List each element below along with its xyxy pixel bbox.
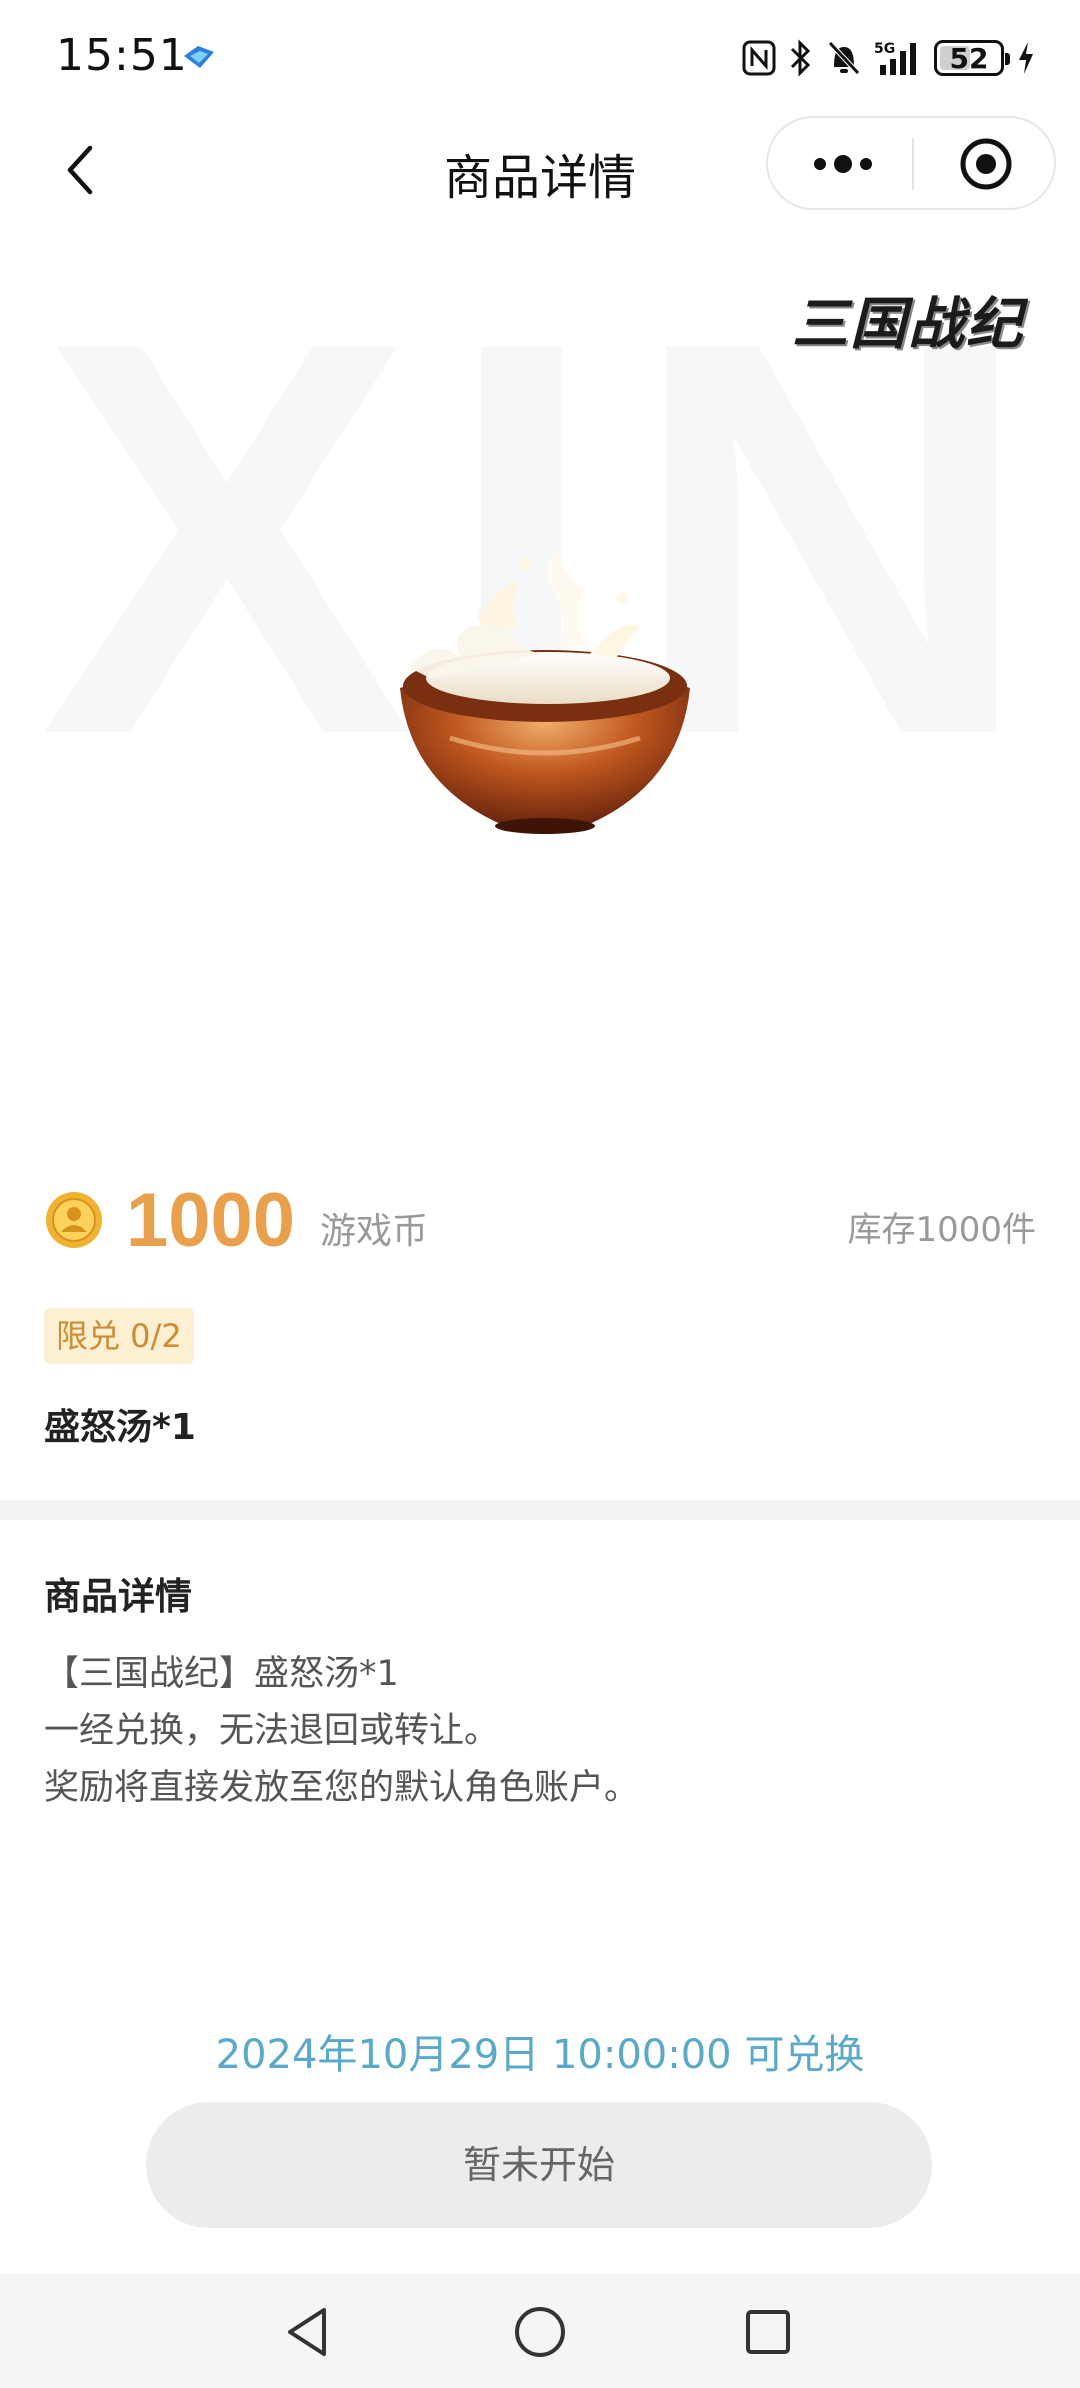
- circle-home-icon: [515, 2307, 565, 2357]
- game-logo-text: 三国战纪: [792, 291, 1024, 357]
- not-started-button[interactable]: 暂未开始: [146, 2102, 932, 2228]
- game-coin-icon: [44, 1190, 104, 1250]
- status-bar: 15:51 5G 52: [0, 0, 1080, 116]
- game-logo: 三国战纪: [778, 284, 1038, 364]
- price-row: 1000 游戏币 库存1000件: [44, 1180, 1036, 1262]
- mute-bell-icon: [826, 39, 862, 77]
- system-nav-bar: [0, 2274, 1080, 2388]
- close-mini-program-button[interactable]: [958, 136, 1014, 192]
- stock-count: 库存1000件: [847, 1210, 1036, 1250]
- detail-line: 奖励将直接发放至您的默认角色账户。: [44, 1768, 640, 1808]
- mini-program-capsule: [766, 116, 1056, 210]
- price-unit: 游戏币: [320, 1211, 429, 1252]
- capsule-divider: [912, 138, 914, 190]
- detail-section-title: 商品详情: [44, 1575, 192, 1618]
- bluetooth-icon: [788, 39, 814, 77]
- price-value: 1000: [126, 1178, 296, 1263]
- detail-description: 【三国战纪】盛怒汤*1 一经兑换，无法退回或转让。 奖励将直接发放至您的默认角色…: [44, 1646, 639, 1817]
- square-recents-icon: [746, 2310, 790, 2354]
- product-detail-page: 15:51 5G 52 商品详情 XIN 三国战纪 1000 游戏币 库存100…: [0, 0, 1080, 2388]
- status-icons: 5G 52: [742, 34, 1036, 82]
- redeem-start-time: 2024年10月29日 10:00:00 可兑换: [215, 2032, 865, 2078]
- battery-icon: 52: [934, 40, 1010, 76]
- section-divider: [0, 1500, 1080, 1520]
- system-recents-button[interactable]: [736, 2300, 800, 2364]
- more-button[interactable]: [808, 142, 878, 186]
- product-name: 盛怒汤*1: [44, 1407, 196, 1448]
- charging-icon: [1016, 40, 1036, 76]
- more-dots-icon: [814, 155, 872, 173]
- svg-text:5G: 5G: [874, 41, 895, 57]
- system-back-button[interactable]: [278, 2300, 342, 2364]
- product-hero: XIN 三国战纪: [0, 228, 1080, 1128]
- app-notification-icon: [182, 42, 216, 72]
- battery-level: 52: [949, 41, 989, 75]
- detail-line: 一经兑换，无法退回或转让。: [44, 1711, 500, 1751]
- target-circle-icon: [960, 138, 1012, 190]
- soup-bowl-image: [390, 528, 700, 848]
- triangle-back-icon: [288, 2308, 326, 2356]
- signal-5g-icon: 5G: [874, 39, 922, 77]
- detail-line: 【三国战纪】盛怒汤*1: [44, 1654, 399, 1694]
- exchange-limit-badge: 限兑 0/2: [44, 1308, 194, 1364]
- nav-bar: 商品详情: [0, 116, 1080, 226]
- nfc-icon: [742, 40, 776, 76]
- system-home-button[interactable]: [508, 2300, 572, 2364]
- status-time: 15:51: [56, 30, 188, 81]
